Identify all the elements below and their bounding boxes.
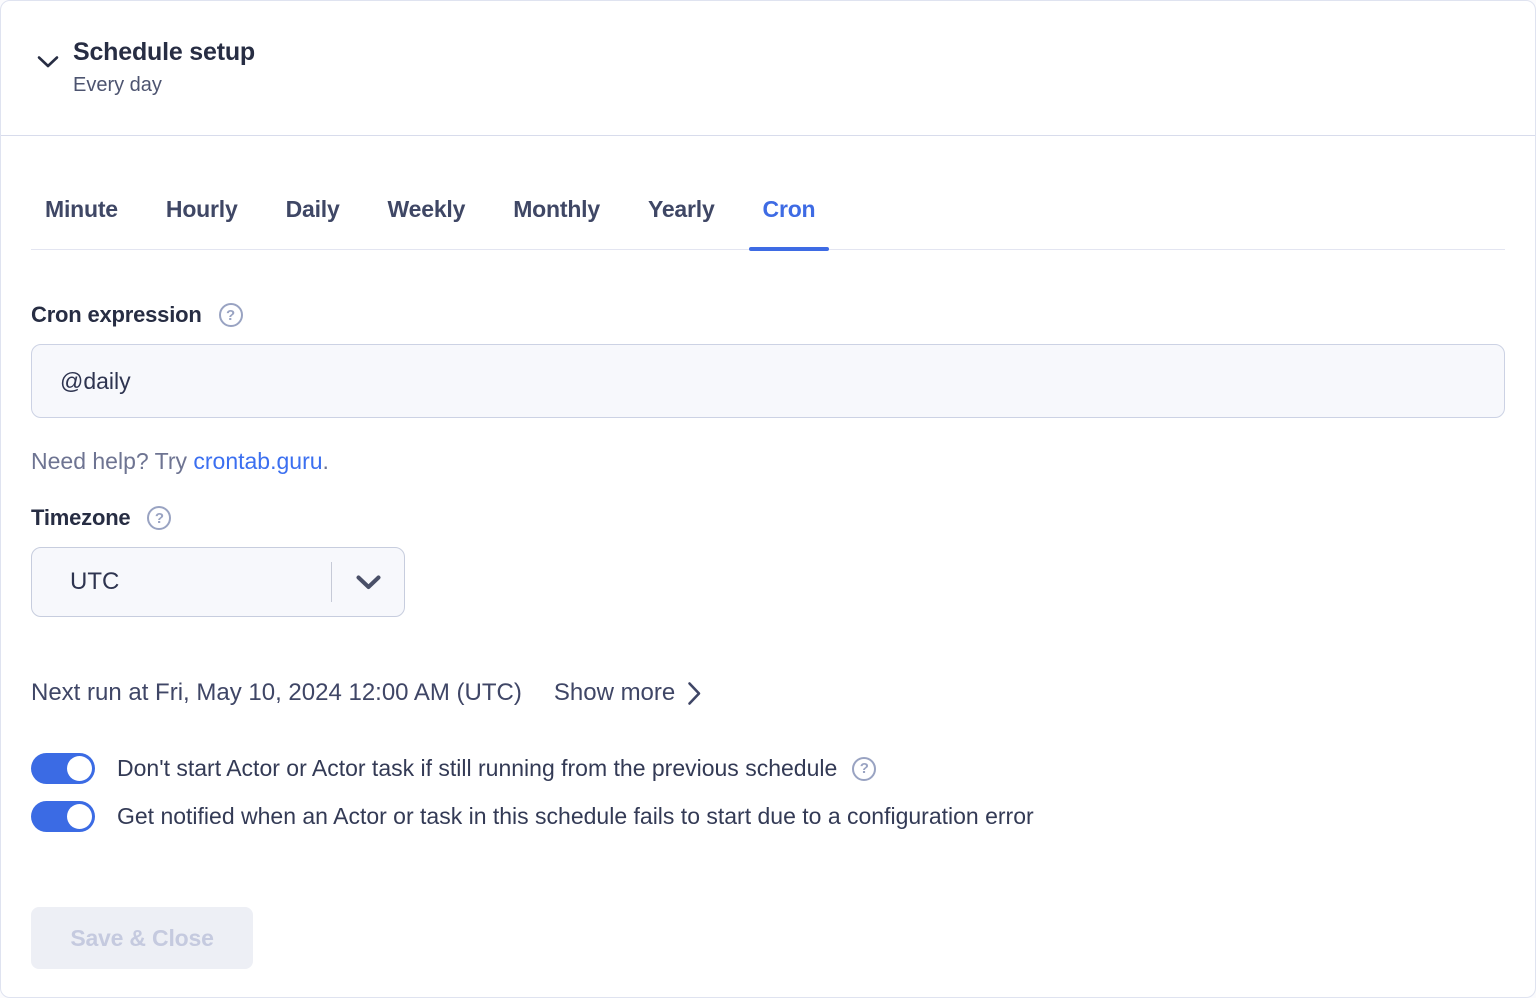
dialog-header: Schedule setup Every day	[1, 1, 1535, 136]
dont-start-help-icon[interactable]: ?	[852, 757, 876, 781]
cron-expression-label-row: Cron expression ?	[31, 302, 1505, 328]
header-titles: Schedule setup Every day	[73, 37, 255, 97]
chevron-right-icon	[687, 681, 702, 706]
dont-start-toggle-label: Don't start Actor or Actor task if still…	[117, 755, 876, 782]
tab-monthly[interactable]: Monthly	[499, 196, 614, 249]
notify-toggle-text: Get notified when an Actor or task in th…	[117, 803, 1034, 830]
chevron-down-icon	[36, 54, 60, 70]
tab-weekly[interactable]: Weekly	[374, 196, 480, 249]
show-more-link[interactable]: Show more	[554, 679, 702, 707]
show-more-label: Show more	[554, 679, 675, 707]
cron-help-text: Need help? Try crontab.guru.	[31, 448, 1505, 475]
tab-minute[interactable]: Minute	[31, 196, 132, 249]
save-and-close-button[interactable]: Save & Close	[31, 907, 253, 969]
cron-expression-label: Cron expression	[31, 302, 202, 328]
cron-expression-input[interactable]	[31, 344, 1505, 418]
timezone-selected-value: UTC	[32, 568, 331, 596]
cron-help-suffix: .	[323, 448, 329, 474]
dialog-title: Schedule setup	[73, 37, 255, 67]
collapse-button[interactable]	[36, 54, 60, 70]
dialog-subtitle: Every day	[73, 74, 255, 97]
tab-daily[interactable]: Daily	[272, 196, 354, 249]
cron-help-prefix: Need help? Try	[31, 448, 193, 474]
crontab-guru-link[interactable]: crontab.guru	[193, 448, 322, 474]
tab-hourly[interactable]: Hourly	[152, 196, 252, 249]
tab-yearly[interactable]: Yearly	[634, 196, 729, 249]
notify-toggle[interactable]	[31, 801, 95, 832]
next-run-row: Next run at Fri, May 10, 2024 12:00 AM (…	[31, 679, 1505, 707]
schedule-setup-dialog: Schedule setup Every day Minute Hourly D…	[0, 0, 1536, 998]
tab-panel-cron: Cron expression ? Need help? Try crontab…	[1, 302, 1535, 998]
timezone-label-row: Timezone ?	[31, 505, 1505, 531]
dont-start-toggle-text: Don't start Actor or Actor task if still…	[117, 755, 837, 782]
dont-start-toggle[interactable]	[31, 753, 95, 784]
timezone-help-icon[interactable]: ?	[147, 506, 171, 530]
timezone-select[interactable]: UTC	[31, 547, 405, 617]
notify-toggle-label: Get notified when an Actor or task in th…	[117, 803, 1034, 830]
timezone-label: Timezone	[31, 505, 130, 531]
tab-cron[interactable]: Cron	[749, 196, 830, 249]
cron-expression-help-icon[interactable]: ?	[219, 303, 243, 327]
toggle-row-notify: Get notified when an Actor or task in th…	[31, 801, 1505, 832]
toggle-row-dont-start: Don't start Actor or Actor task if still…	[31, 753, 1505, 784]
schedule-type-tabs: Minute Hourly Daily Weekly Monthly Yearl…	[31, 136, 1505, 250]
toggle-options: Don't start Actor or Actor task if still…	[31, 753, 1505, 832]
chevron-down-icon	[332, 574, 404, 591]
next-run-text: Next run at Fri, May 10, 2024 12:00 AM (…	[31, 679, 522, 707]
